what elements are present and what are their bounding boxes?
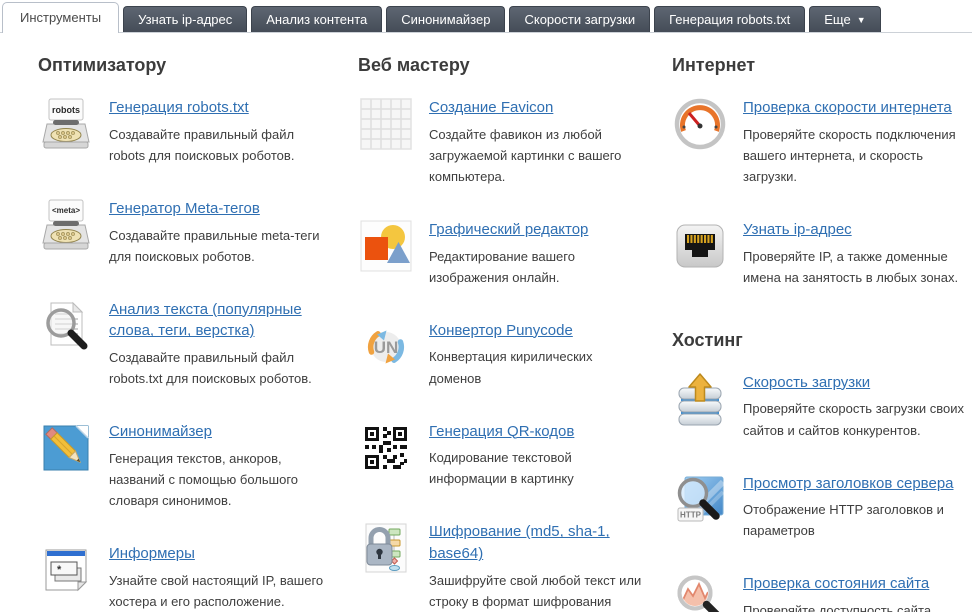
tool-link-favicon[interactable]: Создание Favicon	[429, 99, 553, 116]
tool-description: Создавайте правильный файл robots.txt дл…	[109, 350, 312, 387]
tool-description: Проверяйте IP, а также доменные имена на…	[743, 248, 959, 285]
graphic-editor-icon	[358, 218, 414, 274]
tool-description: Узнайте свой настоящий IP, вашего хостер…	[109, 572, 324, 609]
tab-analiz-kontenta[interactable]: Анализ контента	[251, 6, 383, 32]
tool-link-encryption-md5[interactable]: Шифрование (md5, sha-1, base64)	[429, 523, 610, 562]
tool-description: Проверяйте скорость подключения вашего и…	[743, 126, 956, 184]
punycode-converter-icon: UN	[358, 319, 414, 375]
meta-generator-icon: <meta>	[38, 197, 94, 253]
svg-text:robots: robots	[52, 105, 80, 115]
tool-link-synonymizer[interactable]: Синонимайзер	[109, 423, 212, 440]
section-header-web-masteru: Веб мастеру	[358, 55, 470, 75]
svg-text:*: *	[57, 564, 62, 576]
tool-description: Отображение HTTP заголовков и параметров	[743, 502, 944, 539]
robots-generator-icon: robots	[38, 96, 94, 152]
qr-code-icon	[358, 420, 414, 476]
chevron-down-icon: ▼	[856, 15, 866, 25]
tool-item: Графический редактор Редактирование ваше…	[358, 218, 642, 288]
tab-more-label: Еще	[824, 12, 851, 27]
encryption-lock-icon	[358, 520, 414, 576]
informers-icon: *	[38, 542, 94, 598]
tool-description: Генерация текстов, анкоров, названий с п…	[109, 451, 299, 509]
column-web-masteru: Веб мастеру Создание Favicon Создайте фа…	[358, 55, 642, 612]
speedometer-icon	[672, 96, 728, 152]
favicon-grid-icon	[358, 96, 414, 152]
svg-text:UN: UN	[374, 338, 399, 357]
column-optimizatoru: Оптимизатору robots Генерация robots.txt…	[38, 55, 328, 612]
tool-link-graphic-editor[interactable]: Графический редактор	[429, 221, 588, 238]
tool-item: <meta> Генератор Meta-тегов Создавайте п…	[38, 197, 328, 267]
tool-link-robots-generator[interactable]: Генерация robots.txt	[109, 99, 249, 116]
tool-description: Создавайте правильные meta-теги для поис…	[109, 227, 320, 264]
tool-description: Создайте фавикон из любой загружаемой ка…	[429, 126, 622, 184]
text-analysis-icon	[38, 298, 94, 354]
tool-item: Узнать ip-адрес Проверяйте IP, а также д…	[672, 218, 967, 288]
svg-text:HTTP: HTTP	[680, 510, 702, 519]
tool-item: Проверка скорости интернета Проверяйте с…	[672, 96, 967, 187]
tool-link-informers[interactable]: Информеры	[109, 545, 195, 562]
tab-instrumenty[interactable]: Инструменты	[2, 2, 120, 33]
tab-sinonimaizer[interactable]: Синонимайзер	[386, 6, 506, 32]
tool-link-meta-generator[interactable]: Генератор Meta-тегов	[109, 200, 260, 217]
section-header-hosting: Хостинг	[672, 329, 743, 350]
tool-item: HTTP Просмотр заголовков сервера Отображ…	[672, 472, 967, 542]
tool-link-qr-codes[interactable]: Генерация QR-кодов	[429, 423, 574, 440]
tool-description: Зашифруйте свой любой текст или строку в…	[429, 572, 642, 609]
tool-link-server-headers[interactable]: Просмотр заголовков сервера	[743, 475, 954, 492]
tool-description: Проверяйте доступность сайта, трейс, пин…	[743, 603, 935, 612]
tool-link-text-analysis[interactable]: Анализ текста (популярные слова, теги, в…	[109, 301, 302, 340]
site-status-icon	[672, 572, 728, 612]
tool-item: * Информеры Узнайте свой настоящий IP, в…	[38, 542, 328, 612]
tool-link-load-speed[interactable]: Скорость загрузки	[743, 374, 870, 391]
column-internet-hosting: Интернет Проверка скорости интернета Про…	[672, 55, 967, 612]
tool-item: UN Конвертор Punycode Конвертация кирили…	[358, 319, 642, 389]
tab-bar: Инструменты Узнать ip-адрес Анализ конте…	[0, 0, 972, 33]
tools-content: Оптимизатору robots Генерация robots.txt…	[0, 33, 972, 612]
tool-item: Генерация QR-кодов Кодирование текстовой…	[358, 420, 642, 490]
tool-link-site-status[interactable]: Проверка состояния сайта	[743, 575, 929, 592]
http-headers-icon: HTTP	[672, 472, 728, 528]
ethernet-port-icon	[672, 218, 728, 274]
tool-description: Редактирование вашего изображения онлайн…	[429, 248, 575, 285]
tab-generacia-robots[interactable]: Генерация robots.txt	[654, 6, 806, 32]
tool-item: Синонимайзер Генерация текстов, анкоров,…	[38, 420, 328, 511]
tool-link-ip-address[interactable]: Узнать ip-адрес	[743, 221, 852, 238]
server-upload-icon	[672, 371, 728, 427]
tool-description: Проверяйте скорость загрузки своих сайто…	[743, 401, 964, 438]
svg-text:<meta>: <meta>	[52, 206, 80, 215]
tab-skorosti-zagruzki[interactable]: Скорости загрузки	[509, 6, 651, 32]
tool-link-punycode[interactable]: Конвертор Punycode	[429, 322, 573, 339]
tool-item: Проверка состояния сайта Проверяйте дост…	[672, 572, 967, 612]
tool-link-internet-speed[interactable]: Проверка скорости интернета	[743, 99, 952, 116]
section-header-optimizatoru: Оптимизатору	[38, 55, 167, 75]
tool-description: Кодирование текстовой информации в карти…	[429, 450, 574, 487]
synonymizer-icon	[38, 420, 94, 476]
tool-item: Анализ текста (популярные слова, теги, в…	[38, 298, 328, 390]
tool-item: Скорость загрузки Проверяйте скорость за…	[672, 371, 967, 441]
tool-description: Конвертация кирилических доменов	[429, 349, 593, 386]
tab-more[interactable]: Еще ▼	[809, 6, 881, 32]
tool-description: Создавайте правильный файл robots для по…	[109, 126, 295, 163]
section-header-internet: Интернет	[672, 55, 756, 75]
tool-item: Шифрование (md5, sha-1, base64) Зашифруй…	[358, 520, 642, 612]
tab-uznat-ip-adres[interactable]: Узнать ip-адрес	[123, 6, 248, 32]
tool-item: robots Генерация robots.txt Создавайте п…	[38, 96, 328, 166]
tool-item: Создание Favicon Создайте фавикон из люб…	[358, 96, 642, 187]
